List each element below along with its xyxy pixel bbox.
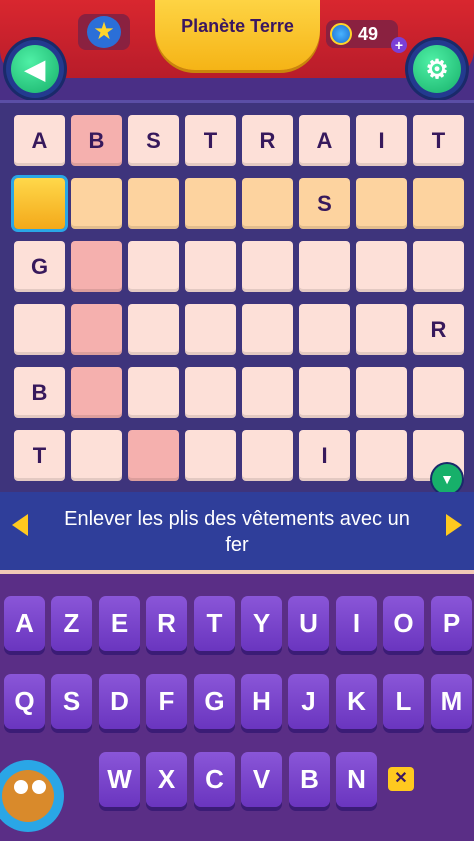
key-l[interactable]: L xyxy=(383,674,424,729)
grid-cell[interactable]: T xyxy=(14,430,65,481)
key-y[interactable]: Y xyxy=(241,596,282,651)
grid-cell[interactable]: T xyxy=(413,115,464,166)
key-a[interactable]: A xyxy=(4,596,45,651)
grid-cell[interactable] xyxy=(356,241,407,292)
grid-cell[interactable]: I xyxy=(356,115,407,166)
grid-cell[interactable] xyxy=(299,367,350,418)
grid-cell[interactable] xyxy=(413,241,464,292)
backspace-icon: ✕ xyxy=(388,767,414,791)
key-x[interactable]: X xyxy=(146,752,187,807)
settings-button[interactable]: ⚙ xyxy=(408,40,466,98)
grid-cell[interactable] xyxy=(242,241,293,292)
grid-cell[interactable]: A xyxy=(14,115,65,166)
grid-cell[interactable] xyxy=(128,367,179,418)
clue-bar: Enlever les plis des vêtements avec un f… xyxy=(0,492,474,574)
coin-icon xyxy=(330,23,352,45)
grid-cell[interactable] xyxy=(185,430,236,481)
scroll-down-button[interactable]: ▼ xyxy=(432,464,462,494)
crossword-board: ABSTRAITSGRBTI xyxy=(0,100,474,495)
key-g[interactable]: G xyxy=(194,674,235,729)
grid-cell[interactable]: S xyxy=(128,115,179,166)
key-w[interactable]: W xyxy=(99,752,140,807)
grid-cell[interactable] xyxy=(413,178,464,229)
key-k[interactable]: K xyxy=(336,674,377,729)
grid-cell[interactable]: G xyxy=(14,241,65,292)
star-icon: ★ xyxy=(87,16,121,48)
grid-cell[interactable] xyxy=(71,430,122,481)
grid-cell[interactable]: R xyxy=(242,115,293,166)
grid-cell[interactable] xyxy=(185,367,236,418)
key-t[interactable]: T xyxy=(194,596,235,651)
grid-cell[interactable] xyxy=(299,304,350,355)
mascot-face xyxy=(2,770,54,822)
star-badge[interactable]: ★ xyxy=(78,14,130,50)
grid-cell[interactable]: B xyxy=(14,367,65,418)
key-b[interactable]: B xyxy=(289,752,330,807)
coin-count: 49 xyxy=(358,24,379,44)
previous-clue-arrow-icon[interactable] xyxy=(12,514,28,536)
grid-cell[interactable] xyxy=(14,304,65,355)
key-z[interactable]: Z xyxy=(51,596,92,651)
grid-cell[interactable]: I xyxy=(299,430,350,481)
grid-cell[interactable] xyxy=(128,241,179,292)
grid-cell[interactable] xyxy=(356,178,407,229)
grid-cell[interactable]: R xyxy=(413,304,464,355)
grid-cell[interactable]: S xyxy=(299,178,350,229)
letter-keyboard: A Z E R T Y U I O P Q S D F G H J K L M W X C V B N ✕ xyxy=(0,574,474,841)
grid-cell[interactable] xyxy=(242,367,293,418)
grid-cell[interactable] xyxy=(71,241,122,292)
grid-cell[interactable] xyxy=(185,178,236,229)
key-q[interactable]: Q xyxy=(4,674,45,729)
add-coins-button[interactable]: + xyxy=(391,37,407,53)
grid-cell[interactable] xyxy=(299,241,350,292)
key-e[interactable]: E xyxy=(99,596,140,651)
key-m[interactable]: M xyxy=(431,674,472,729)
key-p[interactable]: P xyxy=(431,596,472,651)
key-s[interactable]: S xyxy=(51,674,92,729)
grid-cell[interactable] xyxy=(14,178,65,229)
grid-cell[interactable] xyxy=(71,367,122,418)
grid-cell[interactable] xyxy=(356,430,407,481)
key-i[interactable]: I xyxy=(336,596,377,651)
grid-cell[interactable]: T xyxy=(185,115,236,166)
grid-cell[interactable] xyxy=(128,304,179,355)
back-arrow-icon: ◀ xyxy=(11,45,59,93)
grid-cell[interactable] xyxy=(185,241,236,292)
mascot-eye xyxy=(32,780,46,794)
grid-cell[interactable] xyxy=(356,367,407,418)
delete-key[interactable]: ✕ xyxy=(380,752,421,807)
next-clue-arrow-icon[interactable] xyxy=(446,514,462,536)
grid-cell[interactable]: B xyxy=(71,115,122,166)
grid-cell[interactable] xyxy=(128,178,179,229)
key-j[interactable]: J xyxy=(288,674,329,729)
clue-text: Enlever les plis des vêtements avec un f… xyxy=(64,508,410,556)
grid-cell[interactable] xyxy=(356,304,407,355)
gear-icon: ⚙ xyxy=(413,45,461,93)
key-u[interactable]: U xyxy=(288,596,329,651)
back-button[interactable]: ◀ xyxy=(6,40,64,98)
grid-cell[interactable] xyxy=(185,304,236,355)
key-v[interactable]: V xyxy=(241,752,282,807)
coin-counter[interactable]: 49 xyxy=(326,20,398,48)
key-h[interactable]: H xyxy=(241,674,282,729)
mascot-eye xyxy=(14,780,28,794)
key-r[interactable]: R xyxy=(146,596,187,651)
key-c[interactable]: C xyxy=(194,752,235,807)
key-o[interactable]: O xyxy=(383,596,424,651)
grid-cell[interactable] xyxy=(71,304,122,355)
key-n[interactable]: N xyxy=(336,752,377,807)
grid-cell[interactable] xyxy=(242,178,293,229)
puzzle-title: Planète Terre xyxy=(181,16,294,36)
key-d[interactable]: D xyxy=(99,674,140,729)
key-f[interactable]: F xyxy=(146,674,187,729)
grid-cell[interactable] xyxy=(128,430,179,481)
grid-cell[interactable]: A xyxy=(299,115,350,166)
grid-cell[interactable] xyxy=(242,430,293,481)
grid-cell[interactable] xyxy=(413,367,464,418)
grid-cell[interactable] xyxy=(242,304,293,355)
grid-cell[interactable] xyxy=(71,178,122,229)
